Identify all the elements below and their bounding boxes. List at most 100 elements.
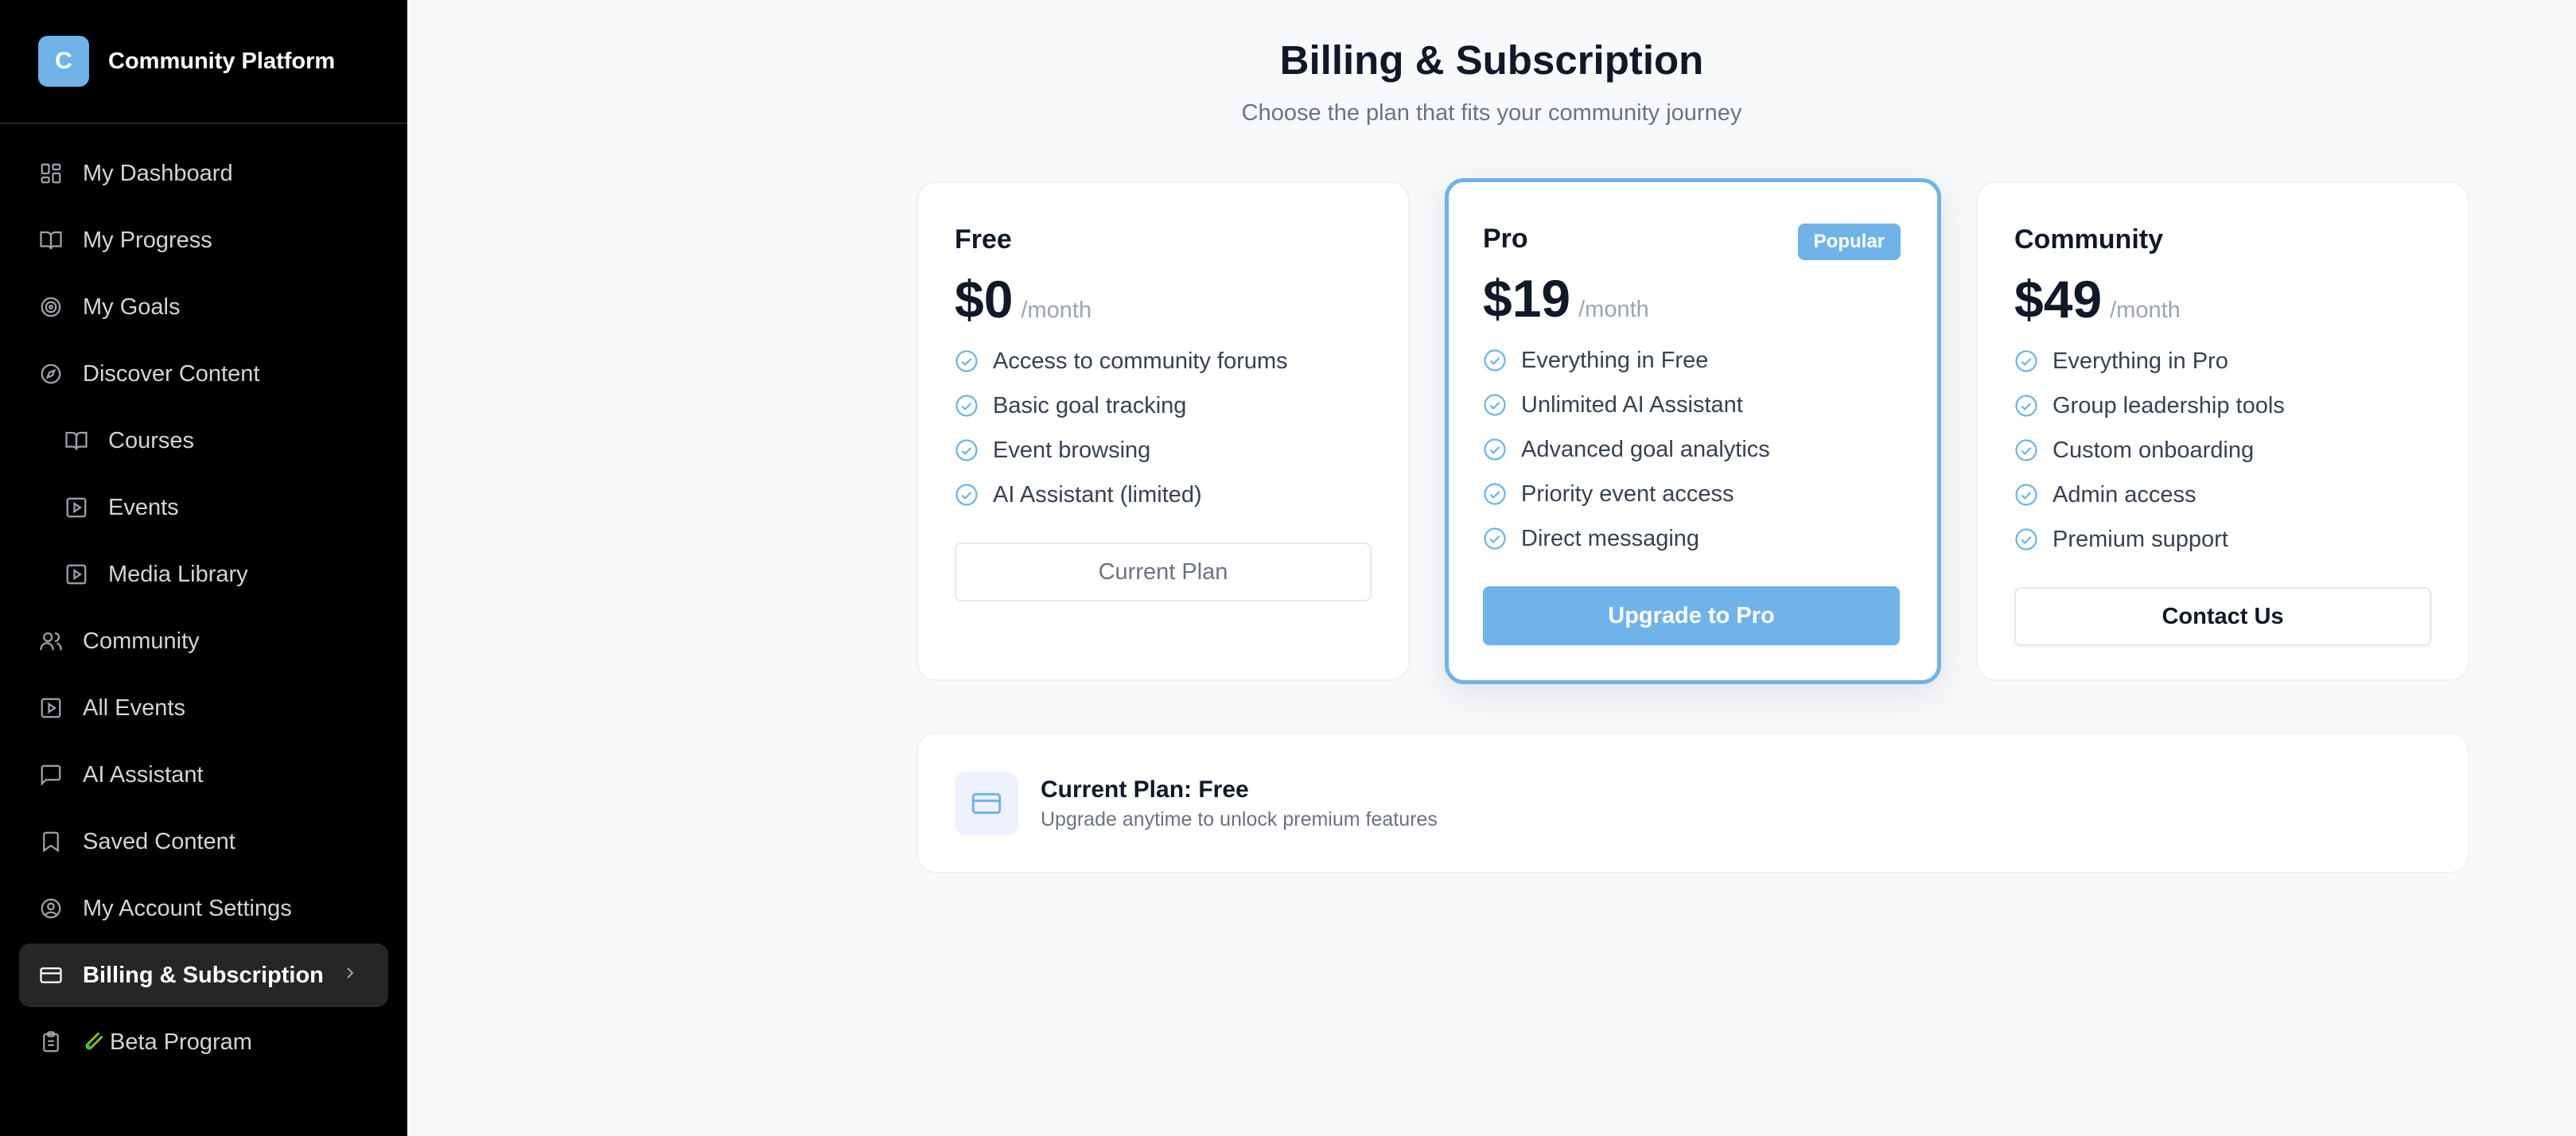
sidebar-item-label: Discover Content bbox=[83, 360, 260, 387]
feature-item: Direct messaging bbox=[1483, 516, 1770, 561]
feature-item: Premium support bbox=[2014, 517, 2285, 562]
sidebar-item-media-library[interactable]: Media Library bbox=[19, 543, 388, 606]
check-circle-icon bbox=[2014, 483, 2038, 507]
check-circle-icon bbox=[1483, 438, 1507, 461]
plan-name: Pro bbox=[1483, 224, 1528, 254]
clipboard-icon bbox=[38, 1029, 64, 1055]
sidebar-item-beta-program[interactable]: Beta Program bbox=[19, 1010, 388, 1074]
user-circle-icon bbox=[38, 896, 64, 921]
sidebar-item-label: Media Library bbox=[108, 561, 248, 587]
feature-item: Admin access bbox=[2014, 473, 2285, 517]
sidebar-item-my-account-settings[interactable]: My Account Settings bbox=[19, 877, 388, 940]
feature-text: Direct messaging bbox=[1521, 525, 1700, 551]
sidebar-item-community[interactable]: Community bbox=[19, 609, 388, 673]
sidebar-item-my-goals[interactable]: My Goals bbox=[19, 275, 388, 339]
feature-item: Unlimited AI Assistant bbox=[1483, 383, 1770, 427]
current-plan-button[interactable]: Current Plan bbox=[955, 543, 1372, 601]
current-plan-title: Current Plan: Free bbox=[1041, 776, 1249, 803]
popular-badge: Popular bbox=[1797, 224, 1901, 260]
check-circle-icon bbox=[2014, 349, 2038, 373]
sidebar-item-billing-subscription[interactable]: Billing & Subscription bbox=[19, 943, 388, 1007]
feature-text: Basic goal tracking bbox=[993, 392, 1187, 418]
check-circle-icon bbox=[2014, 527, 2038, 551]
contact-us-button[interactable]: Contact Us bbox=[2014, 587, 2431, 646]
users-icon bbox=[38, 628, 64, 654]
feature-item: Advanced goal analytics bbox=[1483, 427, 1770, 472]
plan-card-free: Free $0 /month Access to community forum… bbox=[916, 181, 1410, 681]
feature-text: AI Assistant (limited) bbox=[993, 481, 1202, 508]
feature-item: AI Assistant (limited) bbox=[955, 473, 1288, 517]
plan-card-community: Community $49 /month Everything in Pro G… bbox=[1976, 181, 2469, 681]
price-period: /month bbox=[1578, 297, 1649, 322]
plan-card-pro: Pro Popular $19 /month Everything in Fre… bbox=[1445, 178, 1941, 684]
feature-text: Access to community forums bbox=[993, 348, 1288, 374]
feature-text: Custom onboarding bbox=[2053, 437, 2255, 463]
feature-item: Basic goal tracking bbox=[955, 383, 1288, 428]
check-circle-icon bbox=[955, 483, 979, 507]
check-circle-icon bbox=[1483, 482, 1507, 506]
feature-list: Everything in Pro Group leadership tools… bbox=[2014, 339, 2285, 562]
check-circle-icon bbox=[2014, 394, 2038, 418]
price-amount: $49 bbox=[2014, 270, 2103, 329]
sidebar-item-label: Saved Content bbox=[83, 828, 235, 854]
plan-name: Community bbox=[2014, 224, 2163, 255]
sidebar-item-label: Courses bbox=[108, 427, 194, 453]
sidebar-item-all-events[interactable]: All Events bbox=[19, 676, 388, 740]
feature-list: Everything in Free Unlimited AI Assistan… bbox=[1483, 338, 1770, 561]
feature-item: Everything in Pro bbox=[2014, 339, 2285, 383]
plan-name: Free bbox=[955, 224, 1012, 255]
price-period: /month bbox=[2110, 298, 2181, 323]
feature-item: Everything in Free bbox=[1483, 338, 1770, 383]
sidebar-item-ai-assistant[interactable]: AI Assistant bbox=[19, 743, 388, 807]
current-plan-subtitle: Upgrade anytime to unlock premium featur… bbox=[1041, 808, 1438, 831]
dashboard-icon bbox=[38, 161, 64, 186]
sidebar: C Community Platform My Dashboard My Pro… bbox=[0, 0, 407, 1136]
check-circle-icon bbox=[2014, 438, 2038, 462]
sidebar-item-courses[interactable]: Courses bbox=[19, 409, 388, 473]
play-square-icon bbox=[64, 562, 89, 587]
plan-price: $19 /month bbox=[1483, 268, 1649, 329]
book-open-icon bbox=[64, 428, 89, 453]
sidebar-item-label: My Progress bbox=[83, 227, 212, 253]
current-plan-summary: Current Plan: Free Upgrade anytime to un… bbox=[916, 732, 2469, 873]
credit-card-icon bbox=[38, 963, 64, 988]
feature-item: Access to community forums bbox=[955, 339, 1288, 383]
sidebar-item-my-dashboard[interactable]: My Dashboard bbox=[19, 142, 388, 205]
sidebar-item-label: Beta Program bbox=[110, 1029, 252, 1055]
feature-list: Access to community forums Basic goal tr… bbox=[955, 339, 1288, 517]
sidebar-item-label: Community bbox=[83, 628, 200, 654]
feature-text: Group leadership tools bbox=[2053, 392, 2285, 418]
check-circle-icon bbox=[1483, 527, 1507, 550]
play-square-icon bbox=[38, 695, 64, 721]
sidebar-item-label: Billing & Subscription bbox=[83, 962, 324, 988]
plan-price: $0 /month bbox=[955, 269, 1091, 329]
test-tube-icon bbox=[85, 1032, 103, 1049]
check-circle-icon bbox=[955, 349, 979, 373]
price-amount: $0 bbox=[955, 270, 1014, 329]
sidebar-item-events[interactable]: Events bbox=[19, 476, 388, 539]
check-circle-icon bbox=[955, 438, 979, 462]
feature-item: Custom onboarding bbox=[2014, 428, 2285, 473]
sidebar-item-saved-content[interactable]: Saved Content bbox=[19, 810, 388, 873]
sidebar-item-discover-content[interactable]: Discover Content bbox=[19, 342, 388, 406]
feature-text: Priority event access bbox=[1521, 480, 1734, 507]
price-period: /month bbox=[1021, 298, 1092, 323]
feature-text: Everything in Pro bbox=[2053, 348, 2228, 374]
main-content: Billing & Subscription Choose the plan t… bbox=[407, 0, 2576, 1136]
sidebar-item-my-progress[interactable]: My Progress bbox=[19, 208, 388, 272]
brand[interactable]: C Community Platform bbox=[0, 0, 407, 124]
upgrade-to-pro-button[interactable]: Upgrade to Pro bbox=[1483, 586, 1900, 645]
compass-icon bbox=[38, 361, 64, 387]
sidebar-nav: My Dashboard My Progress My Goals Discov… bbox=[0, 124, 407, 1074]
brand-logo: C bbox=[38, 36, 89, 87]
check-circle-icon bbox=[1483, 348, 1507, 372]
sidebar-item-label: My Goals bbox=[83, 294, 181, 320]
feature-item: Event browsing bbox=[955, 428, 1288, 473]
page-subtitle: Choose the plan that fits your community… bbox=[1241, 100, 1742, 126]
bookmark-icon bbox=[38, 829, 64, 854]
feature-text: Unlimited AI Assistant bbox=[1521, 391, 1743, 418]
message-square-icon bbox=[38, 762, 64, 788]
target-icon bbox=[38, 294, 64, 320]
price-amount: $19 bbox=[1483, 269, 1571, 328]
sidebar-item-label: Events bbox=[108, 494, 179, 520]
